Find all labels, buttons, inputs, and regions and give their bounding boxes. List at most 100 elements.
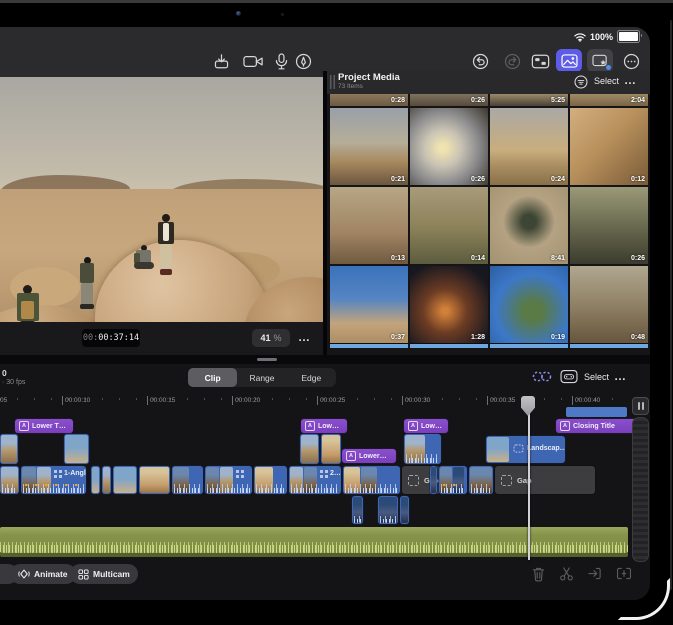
storyline-clip[interactable] <box>343 466 400 494</box>
mode-clip[interactable]: Clip <box>188 368 237 387</box>
media-item[interactable]: 5:25 <box>490 94 568 106</box>
device-corner-reflection <box>618 578 670 620</box>
connected-below-clip[interactable] <box>352 496 363 524</box>
project-media-panel: Project Media 73 Items Select … 0:28 0:2… <box>327 71 650 355</box>
connected-clip[interactable] <box>64 434 89 464</box>
title-icon: A <box>305 421 315 431</box>
media-item[interactable]: 0:26 <box>570 187 648 264</box>
content-browser-button[interactable] <box>587 49 613 72</box>
media-item[interactable]: 1:28 <box>410 266 488 348</box>
media-more-button[interactable]: … <box>624 73 637 87</box>
storyline-clip[interactable] <box>469 466 493 494</box>
viewer-preview[interactable] <box>0 77 323 322</box>
multicam-button[interactable]: Multicam <box>70 564 138 584</box>
timeline-resize-handle[interactable] <box>257 358 277 361</box>
connected-clip-landscape[interactable]: Landscap… <box>486 436 565 463</box>
storyline-clip-multicam[interactable] <box>205 466 252 494</box>
browser-toggle-button[interactable] <box>530 51 550 71</box>
connected-clip[interactable] <box>321 434 341 464</box>
mode-range[interactable]: Range <box>237 368 286 387</box>
media-item[interactable]: 0:26 <box>410 94 488 106</box>
viewer-more-button[interactable]: … <box>298 330 311 344</box>
media-item[interactable]: 0:14 <box>410 187 488 264</box>
clip-label: Landscap… <box>527 445 565 452</box>
media-item[interactable]: 0:21 <box>330 108 408 185</box>
connected-clip[interactable] <box>0 434 18 464</box>
import-button[interactable] <box>211 51 231 71</box>
figure-bottomleft <box>16 285 44 322</box>
duration-badge: 0:24 <box>551 176 565 183</box>
timecode-hours: 00: <box>83 333 98 343</box>
connected-clip[interactable] <box>404 434 441 464</box>
media-item[interactable]: 0:19 <box>490 266 568 348</box>
split-clip-button[interactable] <box>559 566 576 583</box>
storyline-clip[interactable] <box>172 466 203 494</box>
storyline-clip-multicam[interactable]: 2… <box>289 466 341 494</box>
duration-badge: 0:21 <box>391 176 405 183</box>
ruler-label: 00:00:20 <box>232 396 260 405</box>
duration-badge: 0:12 <box>631 176 645 183</box>
media-item[interactable]: 0:48 <box>570 266 648 348</box>
trim-tool-button[interactable] <box>531 369 553 389</box>
undo-button[interactable] <box>470 51 490 71</box>
playhead-handle[interactable] <box>521 396 535 416</box>
storyline-clip[interactable] <box>439 466 467 494</box>
record-video-button[interactable] <box>241 51 265 71</box>
media-item[interactable]: 0:26 <box>410 108 488 185</box>
keyframe-dots <box>25 484 82 487</box>
redo-button[interactable] <box>502 51 522 71</box>
timeline-select-button[interactable]: Select <box>584 372 609 382</box>
media-item[interactable]: 0:28 <box>330 94 408 106</box>
music-audio-clip[interactable] <box>0 527 628 553</box>
ruler-label: 00:00:25 <box>317 396 345 405</box>
media-item[interactable]: 0:37 <box>330 266 408 348</box>
connected-below-clip[interactable] <box>378 496 398 524</box>
storyline-clip[interactable] <box>430 466 437 494</box>
media-item[interactable]: 0:13 <box>330 187 408 264</box>
delete-button[interactable] <box>531 566 548 583</box>
title-clip[interactable]: AClosing Title <box>556 419 636 433</box>
record-audio-button[interactable] <box>271 51 291 71</box>
storyline-clip[interactable] <box>0 466 19 494</box>
storyline-clip-multicam[interactable]: 1-Angl… <box>21 466 86 494</box>
title-icon: A <box>408 421 418 431</box>
media-browser-button[interactable] <box>556 49 582 72</box>
clip-height-control-top[interactable] <box>632 397 649 415</box>
storyline-clip[interactable] <box>139 466 170 494</box>
media-item[interactable]: 2:04 <box>570 94 648 106</box>
multicam-icon <box>320 470 323 473</box>
filter-button[interactable] <box>574 75 588 94</box>
timeline-more-button[interactable]: … <box>614 369 627 383</box>
media-item[interactable]: 0:12 <box>570 108 648 185</box>
insert-clip-button[interactable] <box>587 566 604 583</box>
panel-drag-handle[interactable] <box>330 75 335 89</box>
animate-button[interactable]: Animate <box>10 564 76 584</box>
title-clip[interactable]: ALower T… <box>15 419 73 433</box>
clip-appearance-button[interactable] <box>560 369 578 389</box>
storyline-clip[interactable] <box>254 466 287 494</box>
storyline-clip[interactable] <box>91 466 100 494</box>
media-item[interactable]: 0:24 <box>490 108 568 185</box>
keyframe-dots <box>443 484 463 487</box>
top-lane-clip[interactable] <box>566 407 627 417</box>
duration-badge: 0:19 <box>551 334 565 341</box>
media-item[interactable]: 8:41 <box>490 187 568 264</box>
clip-height-slider[interactable] <box>632 417 649 562</box>
connected-below-clip[interactable] <box>400 496 409 524</box>
storyline-clip[interactable] <box>102 466 111 494</box>
pencil-draw-button[interactable] <box>293 51 313 71</box>
connected-clip[interactable] <box>300 434 319 464</box>
clip-label: 2… <box>330 470 341 477</box>
duration-badge: 0:48 <box>631 334 645 341</box>
more-button[interactable] <box>621 51 641 71</box>
title-clip[interactable]: ALower… <box>342 449 396 463</box>
media-select-button[interactable]: Select <box>594 76 619 86</box>
duration-badge: 1:28 <box>471 334 485 341</box>
gap-clip[interactable]: Gap <box>495 466 595 494</box>
title-clip[interactable]: ALow… <box>404 419 448 433</box>
title-clip[interactable]: ALow… <box>301 419 347 433</box>
zoom-level-button[interactable]: 41 % <box>252 329 290 347</box>
storyline-clip[interactable] <box>113 466 137 494</box>
status-bar: 100% <box>574 30 640 43</box>
mode-edge[interactable]: Edge <box>287 368 336 387</box>
